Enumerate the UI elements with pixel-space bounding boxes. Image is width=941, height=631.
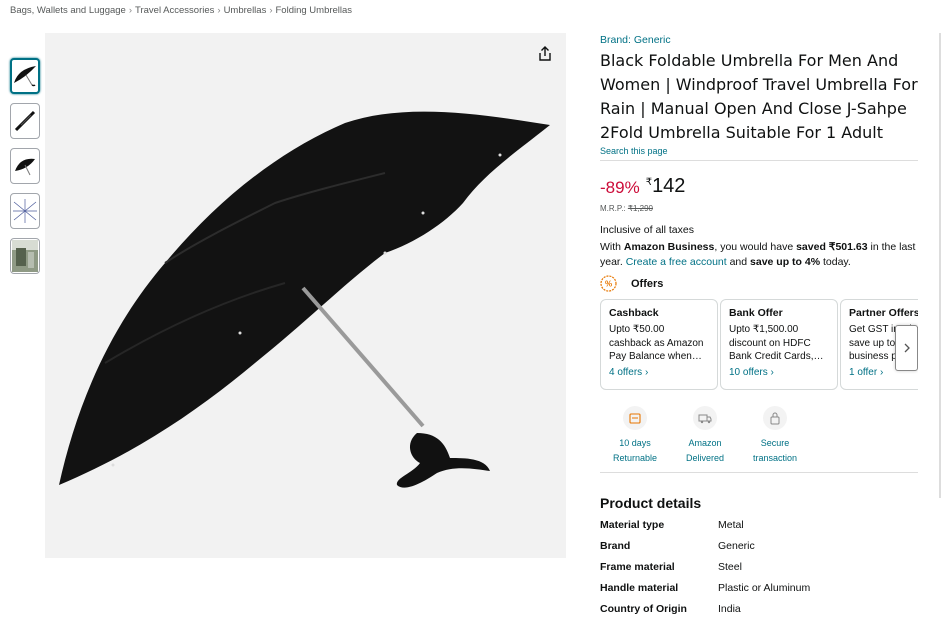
business-saved-amount: saved ₹501.63 (796, 241, 868, 253)
details-key: Country of Origin (600, 603, 687, 615)
delivery-truck-icon (693, 406, 717, 430)
details-row: Handle material Plastic or Aluminum (600, 582, 918, 603)
offer-card-title: Cashback (609, 307, 659, 319)
service-features: 10 days Returnable Amazon Delivered Secu… (600, 406, 918, 473)
details-row: Material type Metal (600, 519, 918, 540)
offer-card-title: Bank Offer (729, 307, 783, 319)
discount-percent: -89% (600, 178, 640, 197)
price-value: 142 (652, 175, 686, 197)
breadcrumb-link-folding-umbrellas[interactable]: Folding Umbrellas (276, 5, 353, 16)
details-row: Country of Origin India (600, 603, 918, 624)
offers-heading: % Offers (600, 275, 918, 292)
offer-card-bank-offer[interactable]: Bank Offer Upto ₹1,500.00 discount on HD… (720, 299, 838, 390)
feature-returnable[interactable]: 10 days Returnable (600, 406, 670, 466)
product-title: Black Foldable Umbrella For Men And Wome… (600, 51, 918, 142)
lock-icon (763, 406, 787, 430)
breadcrumb-link-travel-accessories[interactable]: Travel Accessories (135, 5, 214, 16)
feature-line1: 10 days (619, 438, 651, 448)
mrp-value: ₹1,290 (627, 204, 653, 213)
offer-card-link[interactable]: 4 offers › (609, 367, 709, 378)
breadcrumb-separator: › (217, 5, 221, 16)
thumbnail-umbrella-frame[interactable] (10, 193, 40, 229)
offer-badge-icon: % (600, 275, 617, 292)
business-text: , you would have (714, 241, 797, 253)
offer-card-link[interactable]: 10 offers › (729, 367, 829, 378)
thumbnail-umbrella-side[interactable] (10, 148, 40, 184)
details-value: Steel (718, 561, 742, 573)
feature-line1: Secure (760, 438, 790, 448)
offer-card-text: Upto ₹1,500.00 discount on HDFC Bank Cre… (729, 324, 824, 362)
business-save-percent: save up to 4% (750, 256, 821, 268)
breadcrumb: Bags, Wallets and Luggage › Travel Accesso… (10, 5, 352, 16)
offer-card-text: Upto ₹50.00 cashback as Amazon Pay Balan… (609, 324, 704, 362)
feature-line2: Delivered (685, 453, 725, 463)
business-text-bold: Amazon Business (623, 241, 715, 253)
offer-card-cashback[interactable]: Cashback Upto ₹50.00 cashback as Amazon … (600, 299, 718, 390)
product-info-panel: Brand: Generic Black Foldable Umbrella F… (600, 34, 918, 624)
search-this-page-link[interactable]: Search this page (600, 146, 918, 161)
breadcrumb-separator: › (128, 5, 133, 16)
breadcrumb-link-umbrellas[interactable]: Umbrellas (224, 5, 267, 16)
details-value: India (718, 603, 741, 615)
breadcrumb-link-bags[interactable]: Bags, Wallets and Luggage (10, 5, 126, 16)
brand-link[interactable]: Brand: Generic (600, 34, 918, 46)
details-row: Frame material Steel (600, 561, 918, 582)
details-key: Handle material (600, 582, 679, 594)
thumbnail-open-umbrella[interactable] (10, 58, 40, 94)
feature-line1: Amazon (688, 438, 722, 448)
business-savings-note: With Amazon Business, you would have sav… (600, 240, 925, 270)
details-row: Brand Generic (600, 540, 918, 561)
details-key: Material type (600, 519, 665, 531)
feature-amazon-delivered[interactable]: Amazon Delivered (670, 406, 740, 466)
return-box-icon (623, 406, 647, 430)
business-text: With (600, 241, 624, 253)
mrp-label: M.R.P.: (600, 204, 628, 213)
main-product-image[interactable] (45, 33, 566, 558)
thumbnail-lifestyle-photo[interactable] (10, 238, 40, 274)
feature-secure-transaction[interactable]: Secure transaction (740, 406, 810, 466)
details-value: Metal (718, 519, 744, 531)
chevron-right-icon (904, 343, 910, 353)
product-details-heading: Product details (600, 495, 702, 511)
thumbnail-closed-umbrella[interactable] (10, 103, 40, 139)
svg-text:%: % (605, 280, 612, 289)
thumbnail-strip (10, 58, 40, 283)
feature-line2: transaction (752, 453, 798, 463)
umbrella-image (59, 111, 550, 488)
business-text: and (726, 256, 751, 268)
business-text: today. (820, 256, 851, 268)
breadcrumb-separator: › (269, 5, 273, 16)
offer-card-title: Partner Offers (849, 307, 918, 319)
create-account-link[interactable]: Create a free account (626, 256, 727, 268)
feature-line2: Returnable (612, 453, 658, 463)
details-value: Generic (718, 540, 755, 552)
tax-note: Inclusive of all taxes (600, 224, 694, 236)
price-block: -89% ₹ 142 (600, 175, 918, 198)
details-key: Frame material (600, 561, 675, 573)
offers-carousel: Cashback Upto ₹50.00 cashback as Amazon … (600, 299, 918, 390)
offers-heading-text: Offers (631, 277, 664, 290)
details-value: Plastic or Aluminum (718, 582, 811, 594)
details-key: Brand (600, 540, 631, 552)
mrp: M.R.P.: ₹1,290 (600, 204, 918, 213)
share-icon[interactable] (536, 45, 554, 63)
carousel-next-button[interactable] (895, 325, 918, 371)
product-details-table: Material type Metal Brand Generic Frame ma… (600, 519, 918, 624)
